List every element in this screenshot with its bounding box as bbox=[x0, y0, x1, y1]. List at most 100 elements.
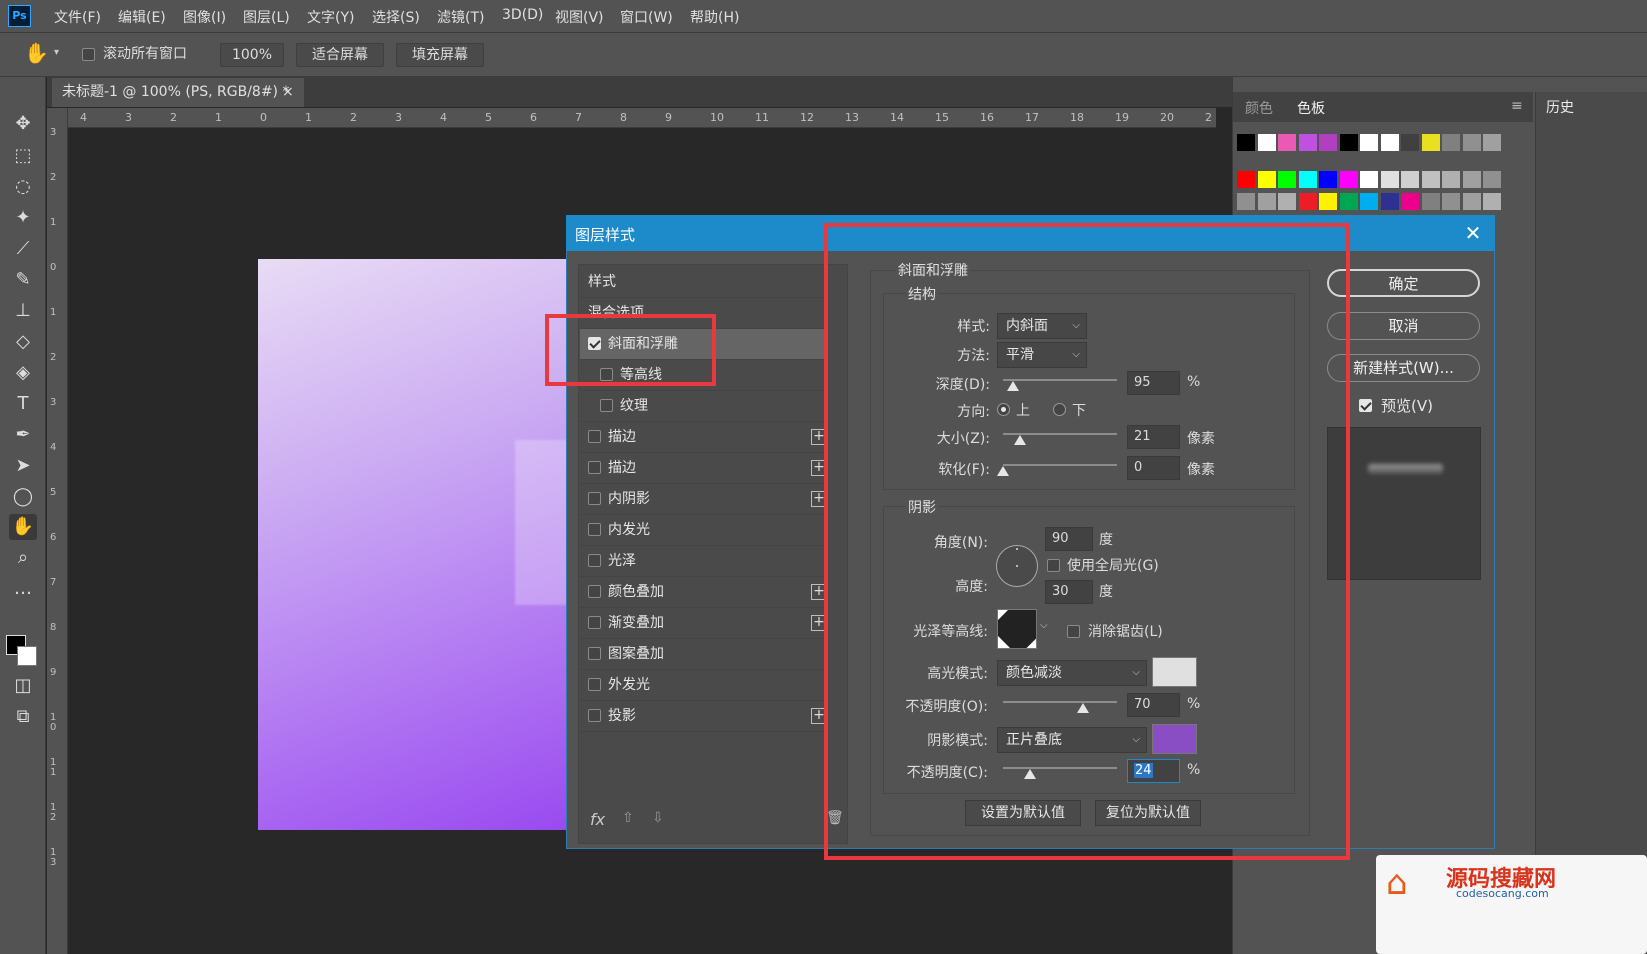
color-swatch[interactable] bbox=[1380, 134, 1399, 151]
style-enable-checkbox[interactable] bbox=[588, 585, 601, 598]
menu-select[interactable]: 选择(S) bbox=[372, 7, 420, 27]
move-down-icon[interactable]: ⇩ bbox=[652, 810, 664, 826]
color-swatch[interactable] bbox=[1339, 171, 1358, 188]
color-swatch[interactable] bbox=[1401, 171, 1419, 188]
color-swatch[interactable] bbox=[1421, 193, 1440, 210]
fill-screen-button[interactable]: 填充屏幕 bbox=[396, 43, 484, 67]
style-enable-checkbox[interactable] bbox=[588, 647, 601, 660]
menu-view[interactable]: 视图(V) bbox=[555, 7, 604, 27]
color-swatch[interactable] bbox=[1319, 134, 1337, 151]
color-swatch[interactable] bbox=[1257, 193, 1276, 210]
menu-type[interactable]: 文字(Y) bbox=[307, 7, 354, 27]
color-swatch[interactable] bbox=[1421, 171, 1440, 188]
color-swatch[interactable] bbox=[1257, 134, 1276, 151]
tab-history[interactable]: 历史 bbox=[1546, 97, 1574, 117]
color-swatch[interactable] bbox=[1360, 134, 1378, 151]
color-swatch[interactable] bbox=[1442, 193, 1460, 210]
style-enable-checkbox[interactable] bbox=[588, 492, 601, 505]
background-color-swatch[interactable] bbox=[17, 646, 37, 666]
style-enable-checkbox[interactable] bbox=[588, 709, 601, 722]
style-enable-checkbox[interactable] bbox=[588, 678, 601, 691]
fx-icon[interactable]: fx bbox=[590, 810, 605, 829]
quick-mask-icon[interactable]: ◫ bbox=[9, 673, 37, 699]
style-enable-checkbox[interactable] bbox=[588, 461, 601, 474]
paint-bucket-tool-icon[interactable]: ◈ bbox=[9, 360, 37, 386]
move-tool-icon[interactable]: ✥ bbox=[9, 111, 37, 137]
color-swatch[interactable] bbox=[1401, 134, 1419, 151]
color-swatch[interactable] bbox=[1298, 134, 1317, 151]
color-swatch[interactable] bbox=[1237, 193, 1255, 210]
style-enable-checkbox[interactable] bbox=[588, 554, 601, 567]
style-list-item[interactable]: 描边 + bbox=[580, 453, 827, 484]
eraser-tool-icon[interactable]: ◇ bbox=[9, 329, 37, 355]
pen-tool-icon[interactable]: ✒ bbox=[9, 422, 37, 448]
tab-swatches[interactable]: 色板 bbox=[1297, 98, 1325, 118]
color-swatch[interactable] bbox=[1462, 193, 1481, 210]
style-list-item[interactable]: 样式 bbox=[580, 267, 825, 298]
style-list-item[interactable]: 描边 + bbox=[580, 422, 827, 453]
color-swatch[interactable] bbox=[1380, 193, 1399, 210]
path-selection-tool-icon[interactable]: ➤ bbox=[9, 453, 37, 479]
hand-tool-icon[interactable]: ✋ bbox=[9, 514, 37, 540]
menu-help[interactable]: 帮助(H) bbox=[690, 7, 739, 27]
marquee-tool-icon[interactable]: ⬚ bbox=[9, 143, 37, 169]
style-list-item[interactable]: 外发光 bbox=[580, 670, 825, 701]
menu-image[interactable]: 图像(I) bbox=[183, 7, 226, 27]
tab-color[interactable]: 颜色 bbox=[1245, 98, 1273, 118]
style-enable-checkbox[interactable] bbox=[588, 616, 601, 629]
preview-checkbox[interactable] bbox=[1359, 397, 1372, 413]
color-swatch[interactable] bbox=[1278, 134, 1296, 151]
type-tool-icon[interactable]: T bbox=[9, 391, 37, 417]
style-enable-checkbox[interactable] bbox=[600, 399, 613, 412]
zoom-100-button[interactable]: 100% bbox=[220, 43, 284, 67]
color-swatch[interactable] bbox=[1421, 134, 1440, 151]
zoom-tool-icon[interactable]: ⌕ bbox=[9, 545, 37, 571]
color-swatch[interactable] bbox=[1380, 171, 1399, 188]
color-swatch[interactable] bbox=[1298, 171, 1317, 188]
menu-layer[interactable]: 图层(L) bbox=[243, 7, 290, 27]
more-tools-icon[interactable]: … bbox=[9, 576, 37, 602]
style-enable-checkbox[interactable] bbox=[588, 523, 601, 536]
style-list-item[interactable]: 图案叠加 bbox=[580, 639, 825, 670]
fit-screen-button[interactable]: 适合屏幕 bbox=[296, 43, 384, 67]
style-list-item[interactable]: 渐变叠加 + bbox=[580, 608, 827, 639]
hand-tool-icon[interactable]: ✋ bbox=[24, 41, 49, 65]
menu-edit[interactable]: 编辑(E) bbox=[118, 7, 166, 27]
chevron-down-icon[interactable]: ▾ bbox=[54, 47, 59, 58]
color-swatch[interactable] bbox=[1319, 193, 1337, 210]
brush-tool-icon[interactable]: ✎ bbox=[9, 267, 37, 293]
color-swatch[interactable] bbox=[1483, 134, 1501, 151]
stamp-tool-icon[interactable]: ⊥ bbox=[9, 298, 37, 324]
color-swatch[interactable] bbox=[1339, 193, 1358, 210]
close-icon[interactable]: × bbox=[282, 78, 294, 106]
style-enable-checkbox[interactable] bbox=[588, 430, 601, 443]
color-swatch[interactable] bbox=[1360, 171, 1378, 188]
color-swatch[interactable] bbox=[1257, 171, 1276, 188]
menu-file[interactable]: 文件(F) bbox=[54, 7, 101, 27]
color-swatch[interactable] bbox=[1237, 171, 1255, 188]
screen-mode-icon[interactable]: ⧉ bbox=[9, 704, 37, 730]
close-icon[interactable]: ✕ bbox=[1462, 221, 1484, 245]
move-up-icon[interactable]: ⇧ bbox=[622, 810, 634, 826]
style-list-item[interactable]: 投影 + bbox=[580, 701, 827, 732]
document-tab[interactable]: 未标题-1 @ 100% (PS, RGB/8#) * × bbox=[52, 78, 304, 107]
style-list-item[interactable]: 内阴影 + bbox=[580, 484, 827, 515]
lasso-tool-icon[interactable]: ◌ bbox=[9, 174, 37, 200]
style-list-item[interactable]: 颜色叠加 + bbox=[580, 577, 827, 608]
color-swatch[interactable] bbox=[1462, 171, 1481, 188]
color-swatch[interactable] bbox=[1339, 134, 1358, 151]
ellipse-tool-icon[interactable]: ◯ bbox=[9, 484, 37, 510]
color-swatch[interactable] bbox=[1319, 171, 1337, 188]
color-swatch[interactable] bbox=[1442, 134, 1460, 151]
color-swatch[interactable] bbox=[1237, 134, 1255, 151]
color-swatch[interactable] bbox=[1483, 171, 1501, 188]
color-swatch[interactable] bbox=[1401, 193, 1419, 210]
style-list-item[interactable]: 光泽 bbox=[580, 546, 825, 577]
magic-wand-tool-icon[interactable]: ✦ bbox=[9, 205, 37, 231]
color-swatch[interactable] bbox=[1298, 193, 1317, 210]
color-swatch[interactable] bbox=[1278, 193, 1296, 210]
style-list-item[interactable]: 内发光 bbox=[580, 515, 825, 546]
menu-filter[interactable]: 滤镜(T) bbox=[437, 7, 484, 27]
color-swatch[interactable] bbox=[1278, 171, 1296, 188]
style-list-item[interactable]: 纹理 bbox=[580, 391, 825, 422]
